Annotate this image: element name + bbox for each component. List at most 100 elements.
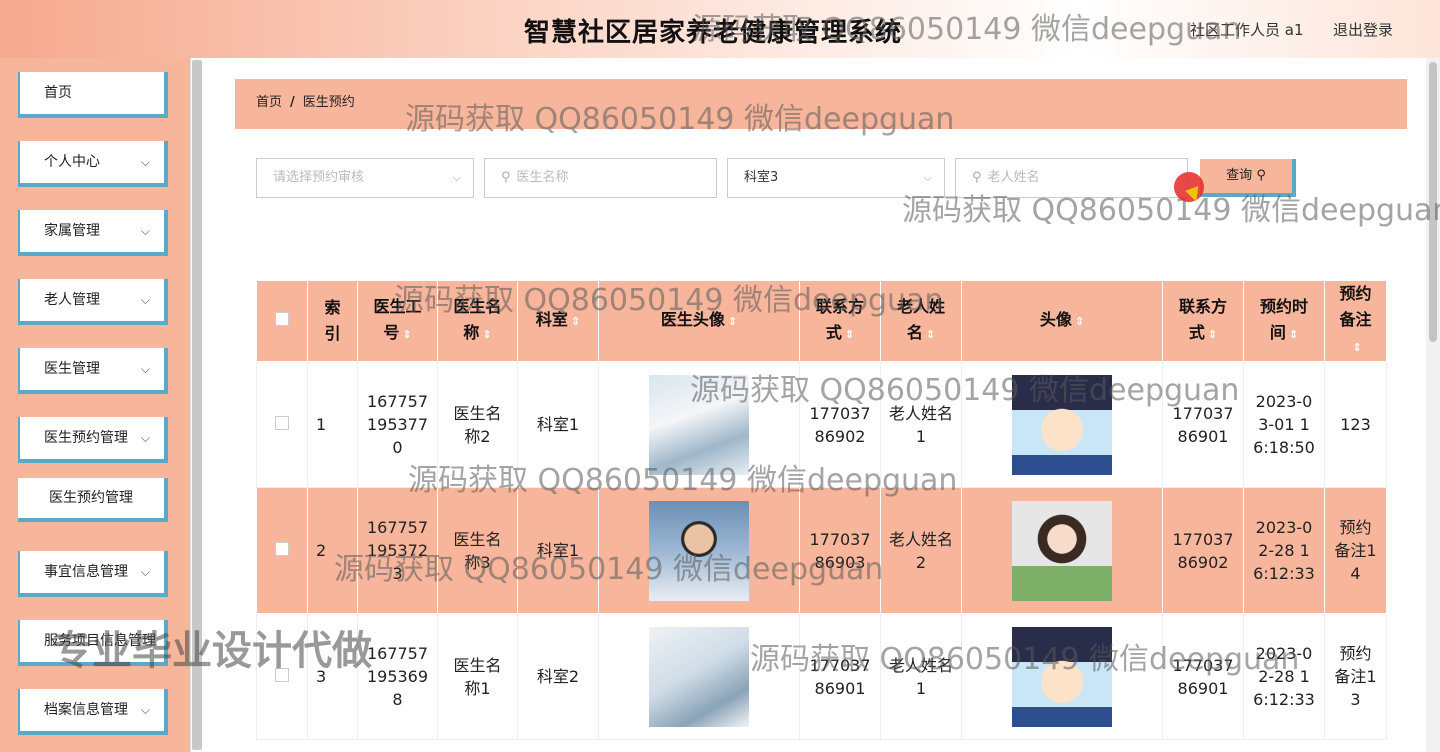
- cell-doctor-phone: 17703786902: [799, 361, 881, 488]
- column-header-index[interactable]: 索引: [307, 280, 358, 362]
- cell-note: 预约备注13: [1324, 613, 1387, 740]
- column-header-time[interactable]: 预约时间 ⇕: [1243, 280, 1325, 362]
- cell-note: 123: [1324, 361, 1387, 488]
- column-header-elder-phone[interactable]: 联系方式 ⇕: [1162, 280, 1244, 362]
- column-header-department[interactable]: 科室 ⇕: [517, 280, 599, 362]
- audit-select[interactable]: 请选择预约审核 ⌵: [256, 158, 474, 198]
- sort-icon[interactable]: ⇕: [1289, 328, 1298, 341]
- search-button-label: 查询: [1226, 168, 1253, 183]
- chevron-down-icon: ⌵: [140, 565, 150, 579]
- breadcrumb-current: 医生预约: [302, 95, 355, 110]
- table-row[interactable]: 1 1677571953770 医生名称2 科室1 17703786902 老人…: [256, 361, 1387, 488]
- logout-button[interactable]: 退出登录: [1333, 19, 1393, 40]
- sidebar-item-label: 医生管理: [44, 361, 100, 377]
- chevron-down-icon: ⌵: [140, 362, 150, 376]
- column-header-note[interactable]: 预约备注 ⇕: [1324, 280, 1387, 362]
- sidebar-item-doctor[interactable]: 医生管理 ⌵: [18, 348, 168, 394]
- cell-doctor-no: 1677571953770: [357, 361, 438, 488]
- table-row[interactable]: 3 1677571953698 医生名称1 科室2 17703786901 老人…: [256, 613, 1387, 740]
- column-header-elder-name[interactable]: 老人姓名 ⇕: [880, 280, 962, 362]
- column-header-elder-avatar[interactable]: 头像 ⇕: [961, 280, 1163, 362]
- chevron-down-icon: ⌵: [140, 155, 150, 169]
- cell-doctor-name: 医生名称1: [437, 613, 518, 740]
- row-checkbox-cell[interactable]: [256, 361, 308, 488]
- chevron-down-icon: ⌵: [140, 703, 150, 717]
- elder-name-input[interactable]: ⚲ 老人姓名: [955, 158, 1188, 198]
- sidebar-item-elderly[interactable]: 老人管理 ⌵: [18, 279, 168, 325]
- chevron-down-icon: ⌵: [140, 634, 150, 648]
- column-header-doctor-name[interactable]: 医生名称 ⇕: [437, 280, 518, 362]
- sort-icon[interactable]: ⇕: [402, 328, 411, 341]
- row-checkbox-cell[interactable]: [256, 613, 308, 740]
- cell-department: 科室1: [517, 361, 599, 488]
- page-scrollbar[interactable]: [1426, 58, 1440, 752]
- chevron-down-icon: ⌵: [452, 171, 461, 184]
- elder-photo[interactable]: [1012, 500, 1112, 601]
- sort-icon[interactable]: ⇕: [728, 315, 737, 328]
- column-header-label: 索引: [324, 298, 341, 343]
- column-header-label: 医生名称: [453, 297, 502, 342]
- sort-icon[interactable]: ⇕: [926, 328, 935, 341]
- sidebar-scroll-thumb[interactable]: [192, 60, 202, 750]
- breadcrumb-separator: /: [290, 95, 295, 110]
- breadcrumb-home[interactable]: 首页: [256, 95, 282, 110]
- cell-doctor-avatar: [598, 613, 800, 740]
- sidebar-subitem-appointment[interactable]: 医生预约管理: [18, 478, 168, 522]
- row-checkbox[interactable]: [275, 668, 289, 682]
- search-icon: ⚲: [1256, 168, 1266, 183]
- column-header-doctor-no[interactable]: 医生工号 ⇕: [357, 280, 438, 362]
- sort-icon[interactable]: ⇕: [482, 328, 491, 341]
- appointment-table: 索引 医生工号 ⇕ 医生名称 ⇕ 科室 ⇕ 医生头像 ⇕ 联系方式 ⇕ 老人姓名 ⇕ 头像 ⇕…: [256, 280, 1387, 740]
- sidebar-item-label: 首页: [44, 85, 72, 101]
- row-checkbox[interactable]: [275, 542, 289, 556]
- row-checkbox-cell[interactable]: [256, 487, 308, 614]
- cell-note: 预约备注14: [1324, 487, 1387, 614]
- column-header-doctor-avatar[interactable]: 医生头像 ⇕: [598, 280, 800, 362]
- cell-doctor-phone: 17703786901: [799, 613, 881, 740]
- department-select[interactable]: 科室3 ⌵: [727, 158, 945, 198]
- sort-icon[interactable]: ⇕: [1075, 315, 1084, 328]
- chevron-down-icon: ⌵: [923, 171, 932, 184]
- elder-photo[interactable]: [1012, 374, 1112, 475]
- column-header-doctor-phone[interactable]: 联系方式 ⇕: [799, 280, 881, 362]
- sort-icon[interactable]: ⇕: [1208, 328, 1217, 341]
- sidebar-item-label: 医生预约管理: [44, 430, 128, 446]
- search-button[interactable]: 查询 ⚲: [1200, 159, 1296, 197]
- cell-index: 1: [307, 361, 358, 488]
- chevron-down-icon: ⌵: [140, 293, 150, 307]
- sidebar-item-home[interactable]: 首页: [18, 72, 168, 118]
- cell-time: 2023-03-01 16:18:50: [1243, 361, 1325, 488]
- breadcrumb: 首页 / 医生预约: [235, 79, 1407, 129]
- cell-time: 2023-02-28 16:12:33: [1243, 613, 1325, 740]
- page-scroll-thumb[interactable]: [1429, 62, 1437, 342]
- sidebar-item-label: 个人中心: [44, 154, 100, 170]
- select-all-checkbox[interactable]: [275, 312, 289, 326]
- sidebar-item-profile[interactable]: 个人中心 ⌵: [18, 141, 168, 187]
- sort-icon[interactable]: ⇕: [571, 315, 580, 328]
- cell-time: 2023-02-28 16:12:33: [1243, 487, 1325, 614]
- chevron-down-icon: ⌵: [140, 431, 150, 445]
- table-row[interactable]: 2 1677571953723 医生名称3 科室1 17703786903 老人…: [256, 487, 1387, 614]
- sort-icon[interactable]: ⇕: [1352, 341, 1361, 354]
- select-all-checkbox-cell[interactable]: [256, 280, 308, 362]
- doctor-name-input[interactable]: ⚲ 医生名称: [484, 158, 717, 198]
- row-checkbox[interactable]: [275, 416, 289, 430]
- sidebar-item-appointment[interactable]: 医生预约管理 ⌵: [18, 417, 168, 463]
- cell-elder-avatar: [961, 361, 1163, 488]
- doctor-photo[interactable]: [649, 500, 749, 601]
- sidebar-item-label: 档案信息管理: [44, 702, 128, 718]
- doctor-photo[interactable]: [649, 374, 749, 475]
- sort-icon[interactable]: ⇕: [845, 328, 854, 341]
- app-title: 智慧社区居家养老健康管理系统: [524, 18, 903, 48]
- column-header-label: 科室: [535, 310, 568, 329]
- doctor-photo[interactable]: [649, 626, 749, 727]
- elder-photo[interactable]: [1012, 626, 1112, 727]
- sidebar-item-family[interactable]: 家属管理 ⌵: [18, 210, 168, 256]
- sidebar-item-services[interactable]: 服务项目信息管理 ⌵: [18, 620, 168, 666]
- sidebar-item-archives[interactable]: 档案信息管理 ⌵: [18, 689, 168, 735]
- sidebar-item-label: 家属管理: [44, 223, 100, 239]
- department-select-value: 科室3: [744, 170, 779, 185]
- column-header-label: 联系方式: [815, 297, 864, 342]
- sidebar-item-affairs[interactable]: 事宜信息管理 ⌵: [18, 551, 168, 597]
- cell-department: 科室2: [517, 613, 599, 740]
